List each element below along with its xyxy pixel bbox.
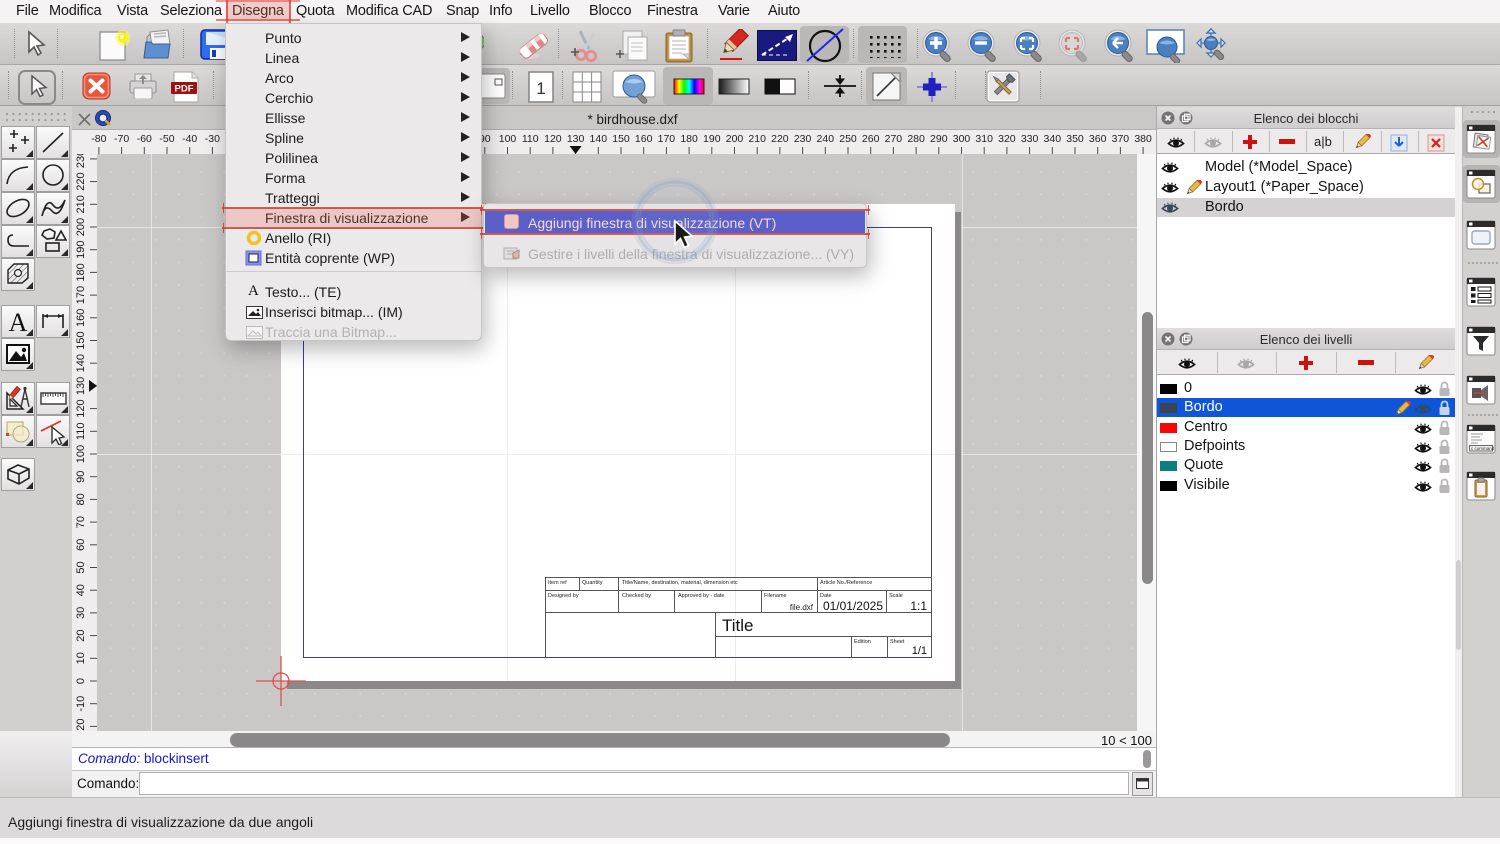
svg-text:320: 320: [998, 133, 1016, 145]
svg-text:-20: -20: [75, 718, 87, 731]
svg-text:220: 220: [771, 133, 789, 145]
svg-text:50: 50: [75, 561, 87, 573]
svg-text:1: 1: [536, 79, 545, 98]
svg-text:10: 10: [75, 652, 87, 664]
svg-text:180: 180: [75, 263, 87, 281]
svg-text:60: 60: [75, 539, 87, 551]
svg-text:370: 370: [1112, 133, 1130, 145]
svg-text:A: A: [9, 308, 28, 335]
svg-text:160: 160: [635, 133, 653, 145]
svg-text:70: 70: [75, 516, 87, 528]
svg-text:340: 340: [1044, 133, 1062, 145]
svg-text:-70: -70: [114, 133, 129, 145]
svg-text:100: 100: [499, 133, 517, 145]
svg-text:170: 170: [75, 286, 87, 304]
svg-text:80: 80: [75, 493, 87, 505]
svg-text:210: 210: [75, 195, 87, 213]
svg-text:120: 120: [544, 133, 562, 145]
svg-text:150: 150: [75, 331, 87, 349]
svg-text:230: 230: [75, 154, 87, 168]
svg-text:-30: -30: [205, 133, 220, 145]
svg-text:190: 190: [75, 241, 87, 259]
svg-text:220: 220: [75, 172, 87, 190]
svg-text:310: 310: [975, 133, 993, 145]
svg-text:110: 110: [522, 133, 539, 145]
svg-text:130: 130: [75, 377, 87, 395]
svg-text:240: 240: [817, 133, 835, 145]
svg-text:110: 110: [75, 423, 87, 441]
svg-text:-50: -50: [159, 133, 174, 145]
svg-text:270: 270: [885, 133, 903, 145]
svg-text:280: 280: [907, 133, 925, 145]
svg-text:40: 40: [75, 584, 87, 596]
svg-text:350: 350: [1066, 133, 1084, 145]
svg-text:230: 230: [794, 133, 812, 145]
svg-text:100: 100: [75, 445, 87, 463]
svg-text:-10: -10: [75, 696, 87, 712]
svg-text:180: 180: [680, 133, 698, 145]
svg-text:330: 330: [1021, 133, 1039, 145]
svg-text:30: 30: [75, 607, 87, 619]
svg-text:PDF: PDF: [175, 84, 194, 95]
svg-text:200: 200: [726, 133, 744, 145]
svg-text:90: 90: [75, 471, 87, 483]
svg-text:290: 290: [930, 133, 948, 145]
svg-text:-60: -60: [137, 133, 152, 145]
svg-text:140: 140: [590, 133, 608, 145]
svg-text:170: 170: [658, 133, 676, 145]
svg-text:160: 160: [75, 309, 87, 327]
svg-text:380: 380: [1134, 133, 1152, 145]
svg-text:-80: -80: [91, 133, 106, 145]
svg-text:150: 150: [612, 133, 630, 145]
svg-text:-40: -40: [182, 133, 197, 145]
svg-text:260: 260: [862, 133, 880, 145]
svg-text:20: 20: [75, 629, 87, 641]
svg-text:c command: c command: [1471, 446, 1495, 451]
svg-text:250: 250: [839, 133, 857, 145]
svg-text:120: 120: [75, 399, 87, 417]
svg-text:0: 0: [75, 678, 87, 684]
svg-text:140: 140: [75, 354, 87, 372]
svg-text:200: 200: [75, 218, 87, 236]
svg-text:130: 130: [567, 133, 585, 145]
svg-text:210: 210: [748, 133, 766, 145]
svg-text:360: 360: [1089, 133, 1107, 145]
svg-text:300: 300: [953, 133, 971, 145]
svg-text:190: 190: [703, 133, 721, 145]
